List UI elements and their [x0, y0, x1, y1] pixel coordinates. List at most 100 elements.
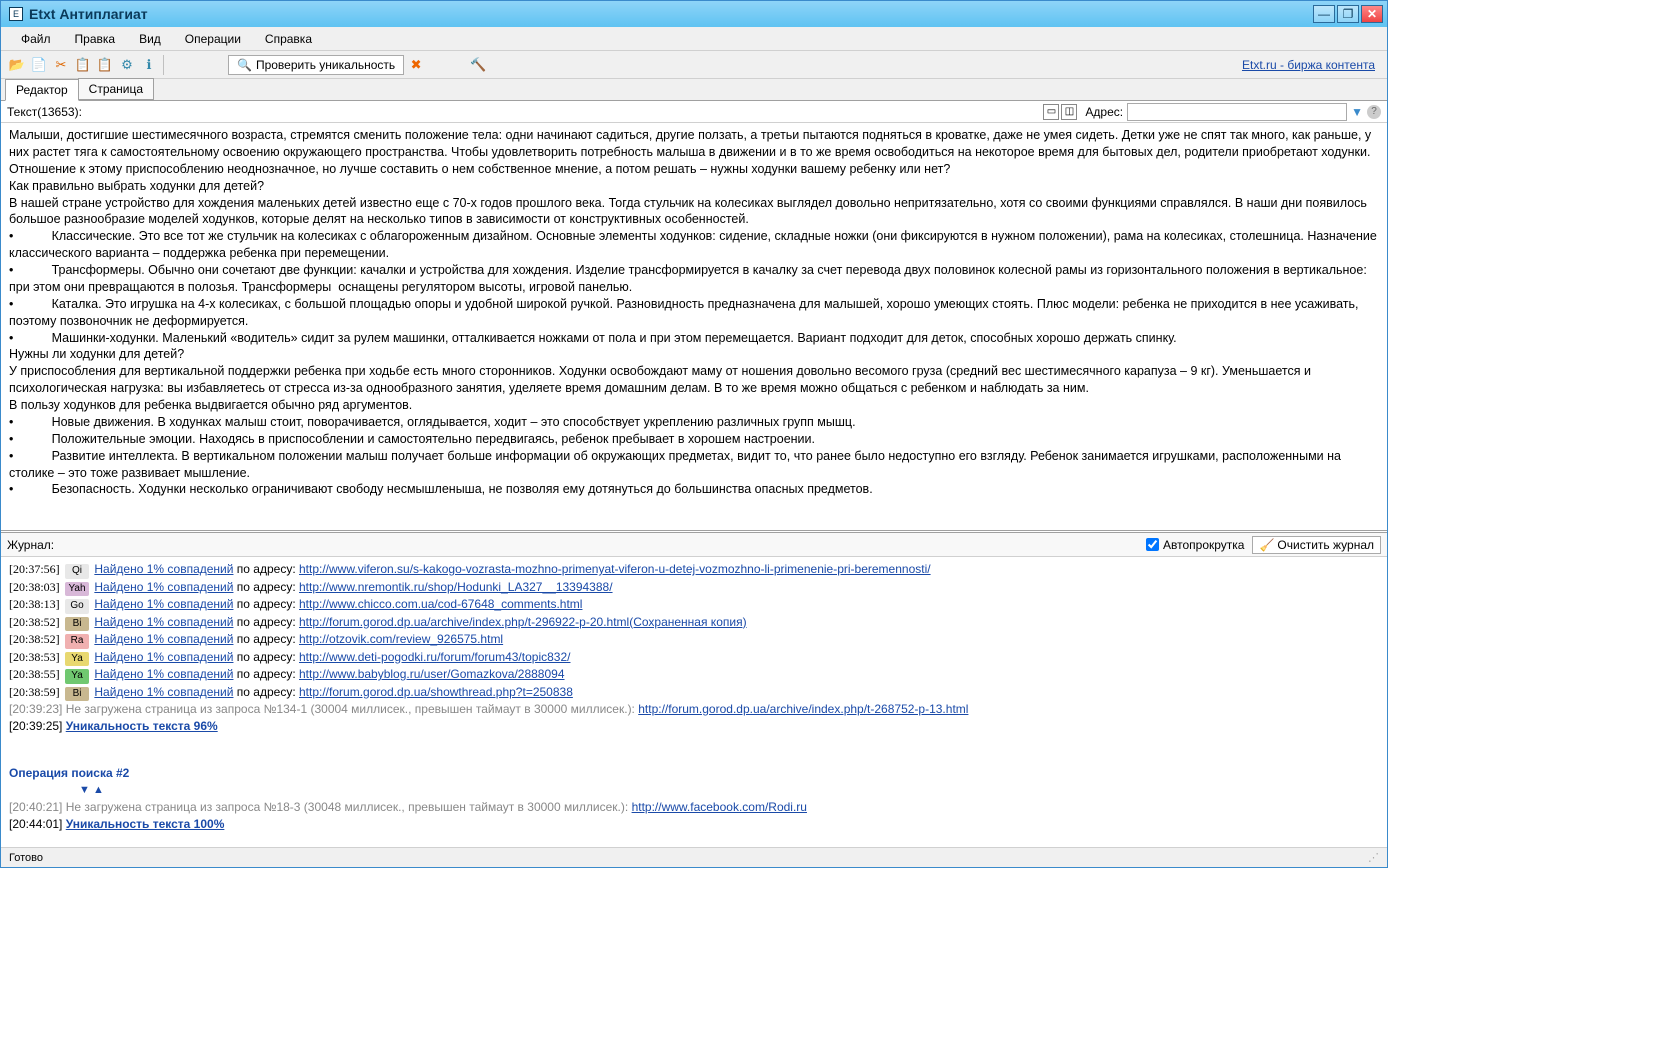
- etxt-link[interactable]: Etxt.ru - биржа контента: [1242, 58, 1375, 72]
- info-icon[interactable]: ℹ: [139, 55, 159, 75]
- minimize-button[interactable]: —: [1313, 5, 1335, 23]
- settings-icon[interactable]: ⚙: [117, 55, 137, 75]
- menu-edit[interactable]: Правка: [63, 29, 128, 49]
- resize-grip-icon[interactable]: ⋰: [1368, 851, 1379, 864]
- uniqueness-result: [20:44:01] Уникальность текста 100%: [9, 816, 1379, 833]
- tab-editor[interactable]: Редактор: [5, 79, 79, 101]
- log-pane[interactable]: [20:37:56] Qi Найдено 1% совпадений по а…: [1, 557, 1387, 847]
- log-title: Журнал:: [7, 538, 54, 552]
- menu-view[interactable]: Вид: [127, 29, 173, 49]
- text-count-label: Текст(13653):: [7, 105, 82, 119]
- cancel-icon[interactable]: ✖: [406, 55, 426, 75]
- toolbar: 📂 📄 ✂ 📋 📋 ⚙ ℹ 🔍 Проверить уникальность ✖…: [1, 51, 1387, 79]
- search-engine-badge: Ya: [65, 652, 89, 667]
- status-text: Готово: [9, 852, 43, 864]
- new-icon[interactable]: 📄: [29, 55, 49, 75]
- title-bar: E Etxt Антиплагиат — ❐ ✕: [1, 1, 1387, 27]
- check-label: Проверить уникальность: [256, 58, 395, 72]
- autoscroll-label: Автопрокрутка: [1163, 538, 1244, 552]
- search-engine-badge: Ya: [65, 669, 89, 684]
- log-timestamp: [20:37:56]: [9, 562, 60, 576]
- log-entry: [20:37:56] Qi Найдено 1% совпадений по а…: [9, 561, 1379, 579]
- log-entry: [20:38:52] Bi Найдено 1% совпадений по а…: [9, 614, 1379, 632]
- uniqueness-text[interactable]: Уникальность текста 100%: [66, 817, 225, 831]
- paste-icon[interactable]: 📋: [95, 55, 115, 75]
- window-title: Etxt Антиплагиат: [29, 6, 1313, 22]
- menu-operations[interactable]: Операции: [173, 29, 253, 49]
- match-url[interactable]: http://forum.gorod.dp.ua/showthread.php?…: [299, 685, 573, 699]
- match-url[interactable]: http://otzovik.com/review_926575.html: [299, 632, 503, 646]
- log-timestamp: [20:38:52]: [9, 615, 60, 629]
- log-timeout: [20:40:21] Не загружена страница из запр…: [9, 799, 1379, 816]
- view-mode-2-button[interactable]: ◫: [1061, 104, 1077, 120]
- open-icon[interactable]: 📂: [7, 55, 27, 75]
- copy-icon[interactable]: 📋: [73, 55, 93, 75]
- tab-bar: Редактор Страница: [1, 79, 1387, 101]
- search-icon: 🔍: [237, 58, 252, 72]
- log-entry: [20:38:53] Ya Найдено 1% совпадений по а…: [9, 649, 1379, 667]
- menu-help[interactable]: Справка: [253, 29, 324, 49]
- clear-log-label: Очистить журнал: [1277, 538, 1374, 552]
- match-text: Найдено 1% совпадений: [94, 580, 233, 594]
- log-timestamp: [20:40:21]: [9, 800, 62, 814]
- match-text: Найдено 1% совпадений: [94, 632, 233, 646]
- tab-page[interactable]: Страница: [78, 78, 154, 100]
- log-entry: [20:38:52] Ra Найдено 1% совпадений по а…: [9, 631, 1379, 649]
- app-icon: E: [9, 7, 23, 21]
- by-address-text: по адресу:: [233, 580, 299, 594]
- document-text-pane[interactable]: Малыши, достигшие шестимесячного возраст…: [1, 123, 1387, 533]
- by-address-text: по адресу:: [233, 685, 299, 699]
- log-timestamp: [20:38:13]: [9, 597, 60, 611]
- by-address-text: по адресу:: [233, 650, 299, 664]
- address-label: Адрес:: [1085, 105, 1123, 119]
- by-address-text: по адресу:: [233, 615, 299, 629]
- match-url[interactable]: http://www.nremontik.ru/shop/Hodunki_LA3…: [299, 580, 613, 594]
- log-timestamp: [20:39:25]: [9, 719, 66, 733]
- log-timestamp: [20:38:55]: [9, 667, 60, 681]
- help-icon[interactable]: ?: [1367, 105, 1381, 119]
- match-url[interactable]: http://www.babyblog.ru/user/Gomazkova/28…: [299, 667, 565, 681]
- by-address-text: по адресу:: [233, 597, 299, 611]
- log-timestamp: [20:39:23]: [9, 702, 62, 716]
- log-timestamp: [20:38:03]: [9, 580, 60, 594]
- brush-icon: 🧹: [1259, 538, 1274, 552]
- operation-header: Операция поиска #2: [9, 765, 1379, 782]
- sort-arrows-icon[interactable]: ▼ ▲: [79, 783, 1379, 799]
- document-text: Малыши, достигшие шестимесячного возраст…: [9, 128, 1380, 496]
- match-url[interactable]: http://www.viferon.su/s-kakogo-vozrasta-…: [299, 562, 931, 576]
- timeout-text: Не загружена страница из запроса №134-1 …: [62, 702, 638, 716]
- check-uniqueness-button[interactable]: 🔍 Проверить уникальность: [228, 55, 404, 75]
- timeout-url[interactable]: http://www.facebook.com/Rodi.ru: [632, 800, 807, 814]
- autoscroll-checkbox[interactable]: [1146, 538, 1159, 551]
- timeout-url[interactable]: http://forum.gorod.dp.ua/archive/index.p…: [638, 702, 968, 716]
- by-address-text: по адресу:: [233, 632, 299, 646]
- menu-file[interactable]: Файл: [9, 29, 63, 49]
- search-engine-badge: Qi: [65, 564, 89, 579]
- address-input[interactable]: [1127, 103, 1347, 121]
- log-entry: [20:38:13] Go Найдено 1% совпадений по а…: [9, 596, 1379, 614]
- match-url[interactable]: http://www.chicco.com.ua/cod-67648_comme…: [299, 597, 582, 611]
- info-bar: Текст(13653): ▭ ◫ Адрес: ▼ ?: [1, 101, 1387, 123]
- match-url[interactable]: http://forum.gorod.dp.ua/archive/index.p…: [299, 615, 747, 629]
- search-engine-badge: Bi: [65, 617, 89, 632]
- close-button[interactable]: ✕: [1361, 5, 1383, 23]
- cut-icon[interactable]: ✂: [51, 55, 71, 75]
- uniqueness-text[interactable]: Уникальность текста 96%: [66, 719, 218, 733]
- timeout-text: Не загружена страница из запроса №18-3 (…: [62, 800, 631, 814]
- uniqueness-result: [20:39:25] Уникальность текста 96%: [9, 718, 1379, 735]
- dropdown-icon[interactable]: ▼: [1351, 105, 1363, 119]
- by-address-text: по адресу:: [233, 562, 299, 576]
- view-mode-1-button[interactable]: ▭: [1043, 104, 1059, 120]
- menu-bar: Файл Правка Вид Операции Справка: [1, 27, 1387, 51]
- maximize-button[interactable]: ❐: [1337, 5, 1359, 23]
- match-text: Найдено 1% совпадений: [94, 615, 233, 629]
- hammer-icon[interactable]: 🔨: [468, 55, 488, 75]
- match-url[interactable]: http://www.deti-pogodki.ru/forum/forum43…: [299, 650, 570, 664]
- search-engine-badge: Ra: [65, 634, 89, 649]
- log-timestamp: [20:38:52]: [9, 632, 60, 646]
- clear-log-button[interactable]: 🧹 Очистить журнал: [1252, 536, 1381, 554]
- search-engine-badge: Yah: [65, 582, 89, 597]
- search-engine-badge: Bi: [65, 687, 89, 702]
- log-entry: [20:38:55] Ya Найдено 1% совпадений по а…: [9, 666, 1379, 684]
- match-text: Найдено 1% совпадений: [94, 562, 233, 576]
